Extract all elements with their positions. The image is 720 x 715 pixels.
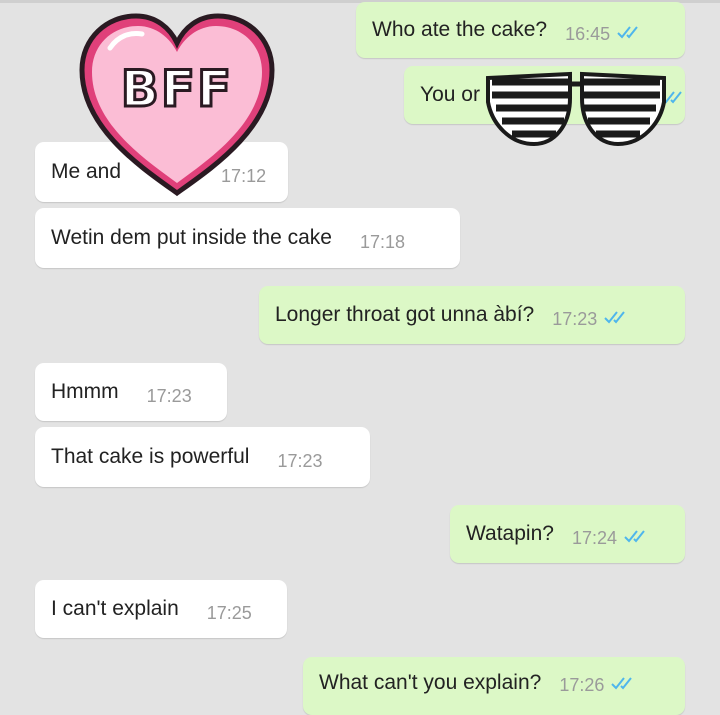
shutter-shades-icon (484, 64, 668, 154)
message-bubble-incoming[interactable]: I can't explain 17:25 (35, 580, 287, 638)
message-bubble-incoming[interactable]: That cake is powerful 17:23 (35, 427, 370, 487)
message-time: 17:23 (277, 450, 323, 471)
message-text: I can't explain (51, 597, 179, 620)
message-text: You or (420, 83, 480, 106)
message-time: 17:25 (206, 602, 252, 623)
message-text: Hmmm (51, 380, 119, 403)
message-time: 16:45 (565, 23, 611, 44)
message-time: 17:26 (559, 675, 605, 695)
message-text: Watapin? (466, 522, 554, 545)
message-text: Who ate the cake? (372, 18, 548, 41)
double-check-icon (603, 309, 629, 330)
message-time: 17:18 (359, 231, 405, 252)
message-bubble-outgoing[interactable]: Who ate the cake? 16:45 (356, 2, 685, 58)
sticker-label: BFF (119, 59, 234, 120)
message-bubble-outgoing[interactable]: What can't you explain? 17:26 (303, 657, 685, 715)
message-time: 17:23 (146, 385, 192, 406)
message-bubble-incoming[interactable]: Wetin dem put inside the cake 17:18 (35, 208, 460, 268)
message-text: Wetin dem put inside the cake (51, 226, 332, 249)
message-text: That cake is powerful (51, 445, 250, 468)
message-bubble-outgoing[interactable]: Longer throat got unna àbí? 17:23 (259, 286, 685, 344)
message-time: 17:24 (571, 527, 617, 548)
double-check-icon (616, 24, 642, 45)
double-check-icon (610, 675, 636, 696)
message-time: 17:23 (552, 308, 598, 329)
message-text: What can't you explain? (319, 671, 542, 694)
heart-bff-icon: BFF (72, 8, 282, 200)
message-text: Longer throat got unna àbí? (275, 303, 535, 326)
message-bubble-incoming[interactable]: Hmmm 17:23 (35, 363, 227, 421)
message-bubble-outgoing[interactable]: Watapin? 17:24 (450, 505, 685, 563)
double-check-icon (623, 528, 649, 549)
